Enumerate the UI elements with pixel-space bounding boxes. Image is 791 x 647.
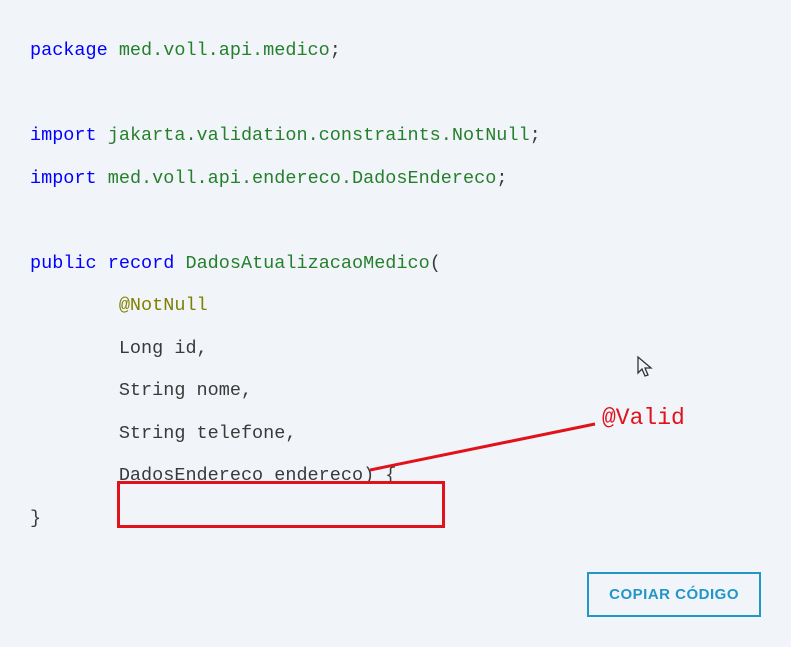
semicolon: ; (330, 40, 341, 61)
keyword-import: import (30, 125, 97, 146)
keyword-import: import (30, 168, 97, 189)
record-name: DadosAtualizacaoMedico (185, 253, 429, 274)
semicolon: ; (496, 168, 507, 189)
close-brace: } (30, 508, 41, 529)
code-snippet: package med.voll.api.medico; import jaka… (30, 30, 761, 541)
valid-annotation-label: @Valid (602, 405, 685, 431)
copy-code-button[interactable]: COPIAR CÓDIGO (587, 572, 761, 617)
import-path: med.voll.api.endereco.DadosEndereco (108, 168, 497, 189)
semicolon: ; (530, 125, 541, 146)
field-endereco: DadosEndereco endereco) { (119, 465, 397, 486)
cursor-icon (636, 355, 656, 379)
import-path: jakarta.validation.constraints.NotNull (108, 125, 530, 146)
annotation-notnull: @NotNull (119, 295, 208, 316)
keyword-package: package (30, 40, 108, 61)
package-name: med.voll.api.medico (119, 40, 330, 61)
field-nome: String nome, (119, 380, 252, 401)
open-paren: ( (430, 253, 441, 274)
field-telefone: String telefone, (119, 423, 297, 444)
keyword-record: record (108, 253, 175, 274)
field-id: Long id, (119, 338, 208, 359)
keyword-public: public (30, 253, 97, 274)
